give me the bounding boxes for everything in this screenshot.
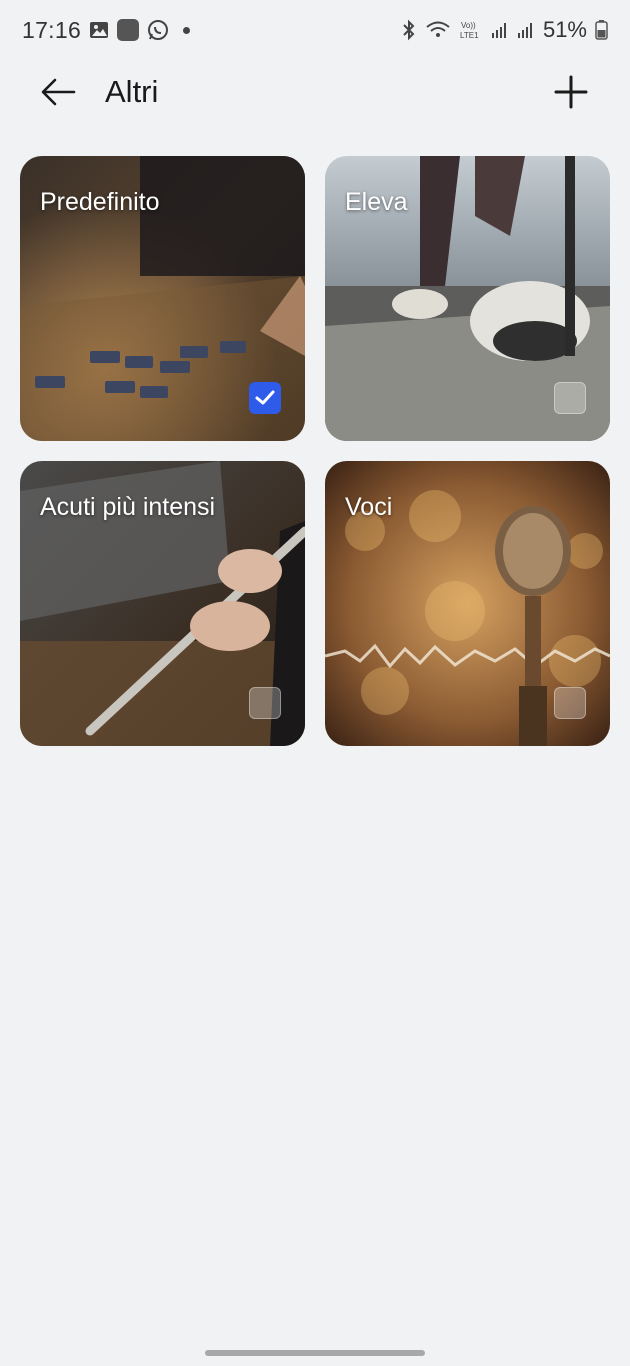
preset-checkbox[interactable] [249,687,281,719]
battery-percentage: 51% [542,17,587,42]
back-button[interactable] [36,72,80,112]
svg-text:LTE1: LTE1 [460,31,479,40]
volte-icon: Vo)) LTE1 [459,19,483,41]
preset-checkbox[interactable] [554,382,586,414]
home-indicator[interactable] [205,1350,425,1356]
page-title: Altri [105,74,159,109]
bluetooth-icon [401,19,417,41]
app-notification-icon [117,19,140,41]
preset-card-eleva[interactable]: Eleva [325,156,610,441]
checkmark-icon [255,390,275,405]
more-notifications-dot [183,26,191,34]
battery-icon [595,20,608,40]
whatsapp-icon [147,19,169,41]
preset-label: Voci [345,493,393,521]
plus-icon [554,75,588,109]
preset-checkbox[interactable] [249,382,281,414]
preset-card-voci[interactable]: Voci [325,461,610,746]
arrow-left-icon [41,78,76,106]
preset-card-acuti[interactable]: Acuti più intensi [20,461,305,746]
preset-label: Acuti più intensi [40,493,216,521]
svg-text:Vo)): Vo)) [461,21,476,30]
gallery-notification-icon [89,20,109,40]
status-bar-right: Vo)) LTE1 51% [401,17,608,43]
add-preset-button[interactable] [548,70,594,114]
app-header: Altri [0,60,630,124]
signal-strength-icon-2 [517,21,535,39]
screen: 17:16 Vo)) LTE1 51% Altri Predefinito El… [0,0,630,1366]
preset-label: Predefinito [40,188,160,216]
preset-card-predefinito[interactable]: Predefinito [20,156,305,441]
preset-checkbox[interactable] [554,687,586,719]
status-time: 17:16 [22,16,82,43]
wifi-icon [425,20,451,40]
preset-label: Eleva [345,188,408,216]
signal-strength-icon-1 [491,21,509,39]
status-bar: 17:16 Vo)) LTE1 51% [0,0,630,60]
status-bar-left: 17:16 [22,16,191,44]
